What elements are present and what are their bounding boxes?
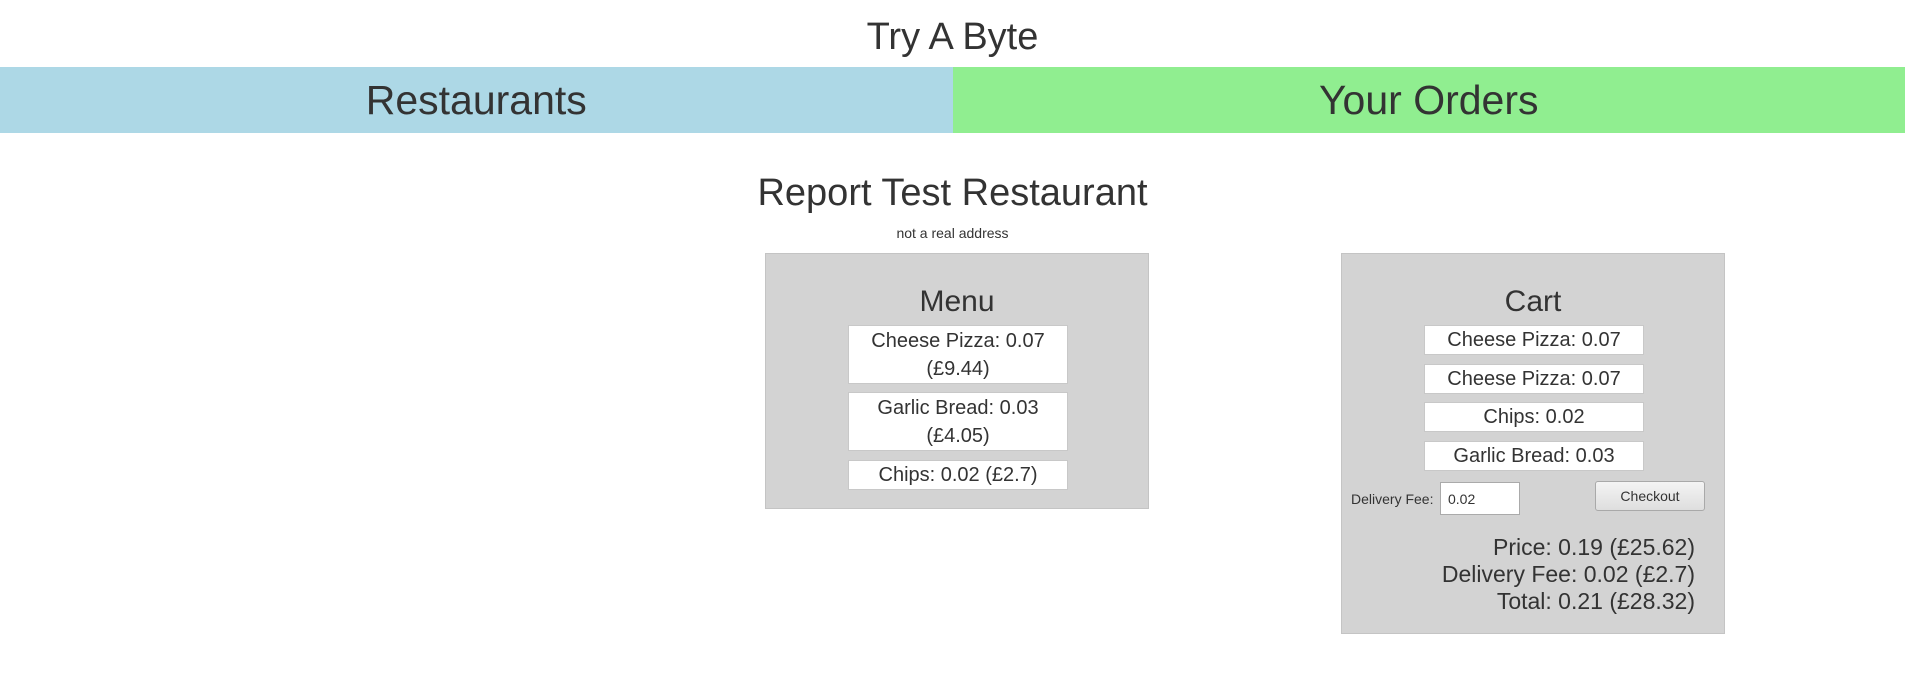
cart-panel: Cart Cheese Pizza: 0.07 Cheese Pizza: 0.… [1341,253,1725,634]
restaurant-address: not a real address [896,225,1009,241]
menu-panel: Menu Cheese Pizza: 0.07 (£9.44) Garlic B… [765,253,1149,509]
delivery-fee-input[interactable] [1440,482,1520,515]
tab-restaurants[interactable]: Restaurants [0,67,953,133]
price-total: Price: 0.19 (£25.62) [1492,534,1695,560]
checkout-button[interactable]: Checkout [1595,481,1705,511]
cart-item[interactable]: Cheese Pizza: 0.07 [1424,325,1644,355]
cart-title: Cart [1504,285,1562,318]
delivery-fee-label: Delivery Fee: [1351,491,1434,507]
main-nav: Restaurants Your Orders [0,67,1905,133]
cart-item[interactable]: Garlic Bread: 0.03 [1424,441,1644,471]
menu-item-garlic-bread[interactable]: Garlic Bread: 0.03 (£4.05) [848,392,1068,451]
menu-item-cheese-pizza[interactable]: Cheese Pizza: 0.07 (£9.44) [848,325,1068,384]
menu-item-chips[interactable]: Chips: 0.02 (£2.7) [848,460,1068,490]
delivery-fee-total: Delivery Fee: 0.02 (£2.7) [1441,561,1695,587]
tab-your-orders[interactable]: Your Orders [952,67,1905,133]
cart-item[interactable]: Chips: 0.02 [1424,402,1644,432]
cart-item[interactable]: Cheese Pizza: 0.07 [1424,364,1644,394]
menu-title: Menu [919,285,995,318]
restaurant-name: Report Test Restaurant [757,172,1148,214]
app-title: Try A Byte [866,16,1039,58]
grand-total: Total: 0.21 (£28.32) [1496,588,1695,614]
cart-totals: Price: 0.19 (£25.62) Delivery Fee: 0.02 … [1442,534,1695,615]
